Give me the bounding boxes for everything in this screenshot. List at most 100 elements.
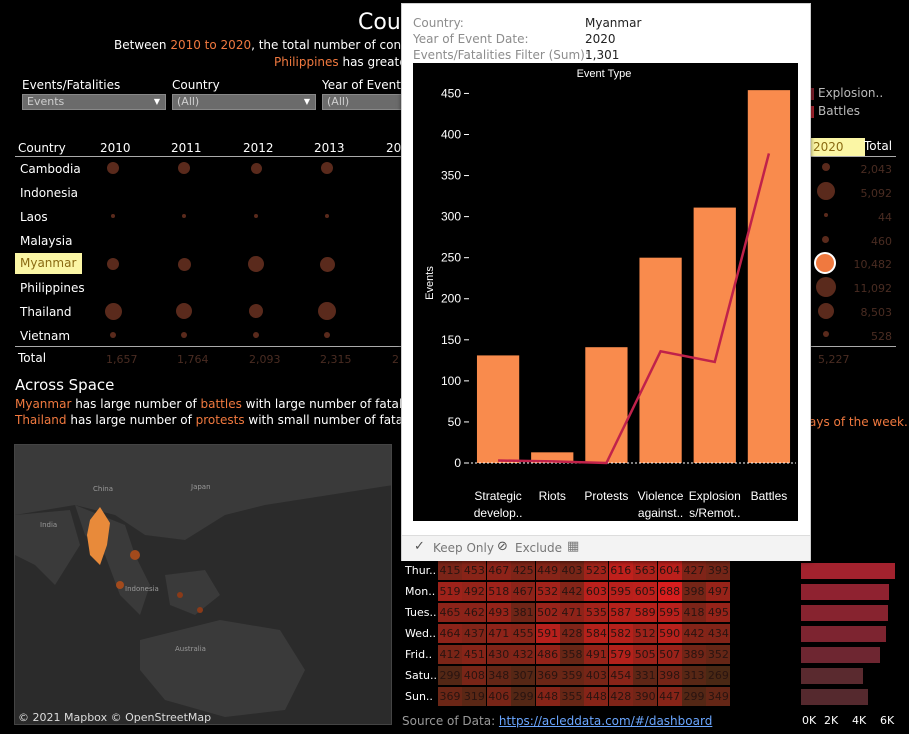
heatmap-cell[interactable]: 393 — [706, 561, 731, 580]
heatmap-cell[interactable]: 497 — [706, 582, 731, 601]
heatmap-cell[interactable]: 369 — [438, 687, 462, 706]
exclude-button[interactable]: Exclude — [515, 541, 562, 555]
heatmap-cell[interactable]: 428 — [560, 624, 584, 643]
heatmap-cell[interactable]: 390 — [633, 687, 658, 706]
source-link[interactable]: https://acleddata.com/#/dashboard — [499, 714, 712, 728]
heatmap-cell[interactable]: 398 — [657, 666, 682, 685]
table-row-country[interactable]: Indonesia — [20, 186, 78, 200]
heatmap-cell[interactable]: 359 — [560, 666, 584, 685]
heatmap-cell[interactable]: 535 — [584, 603, 609, 622]
bubble-mark[interactable] — [249, 304, 263, 318]
heatmap-cell[interactable]: 604 — [657, 561, 682, 580]
heatmap-cell[interactable]: 471 — [486, 624, 511, 643]
heatmap-cell[interactable]: 505 — [633, 645, 658, 664]
heatmap-cell[interactable]: 688 — [657, 582, 682, 601]
heatmap-cell[interactable]: 523 — [584, 561, 609, 580]
heatmap-cell[interactable]: 512 — [633, 624, 658, 643]
bubble-mark[interactable] — [254, 214, 258, 218]
heatmap-cell[interactable]: 486 — [535, 645, 560, 664]
heatmap-cell[interactable]: 590 — [657, 624, 682, 643]
heatmap-cell[interactable]: 408 — [462, 666, 487, 685]
bubble-mark[interactable] — [321, 162, 333, 174]
heatmap-cell[interactable]: 428 — [608, 687, 633, 706]
bubble-mark[interactable] — [176, 303, 192, 319]
heatmap-cell[interactable]: 425 — [511, 561, 536, 580]
heatmap-cell[interactable]: 307 — [511, 666, 536, 685]
heatmap-cell[interactable]: 403 — [584, 666, 609, 685]
heatmap-cell[interactable]: 465 — [438, 603, 462, 622]
chart-bar[interactable] — [476, 355, 520, 463]
table-row-country[interactable]: Philippines — [20, 281, 85, 295]
heatmap-cell[interactable]: 595 — [608, 582, 633, 601]
heatmap-cell[interactable]: 471 — [560, 603, 584, 622]
bubble-mark[interactable] — [110, 332, 116, 338]
bubble-mark[interactable] — [318, 302, 336, 320]
heatmap-cell[interactable]: 462 — [462, 603, 487, 622]
heatmap-cell[interactable]: 358 — [560, 645, 584, 664]
table-row-country[interactable]: Laos — [20, 210, 48, 224]
keep-only-button[interactable]: Keep Only — [433, 541, 494, 555]
heatmap-cell[interactable]: 299 — [682, 687, 706, 706]
table-row-country[interactable]: Vietnam — [20, 329, 70, 343]
weekday-bar[interactable] — [801, 668, 863, 684]
heatmap-cell[interactable]: 579 — [608, 645, 633, 664]
view-data-icon[interactable]: ▦ — [567, 539, 579, 554]
bubble-mark[interactable] — [104, 302, 122, 320]
heatmap-cell[interactable]: 467 — [511, 582, 536, 601]
bubble-mark[interactable] — [182, 214, 186, 218]
bubble-mark[interactable] — [178, 162, 190, 174]
bubble-mark[interactable] — [181, 332, 187, 338]
bubble-mark[interactable] — [822, 163, 830, 171]
heatmap-cell[interactable]: 493 — [486, 603, 511, 622]
bubble-mark[interactable] — [253, 332, 259, 338]
heatmap-cell[interactable]: 437 — [462, 624, 487, 643]
heatmap-cell[interactable]: 603 — [584, 582, 609, 601]
heatmap-cell[interactable]: 331 — [633, 666, 658, 685]
heatmap-cell[interactable]: 616 — [608, 561, 633, 580]
bubble-mark[interactable] — [111, 214, 115, 218]
heatmap-cell[interactable]: 532 — [535, 582, 560, 601]
map-view[interactable]: China Japan India Indonesia Australia © … — [14, 444, 392, 725]
chart-bar[interactable] — [639, 257, 682, 463]
weekday-bar[interactable] — [801, 605, 889, 621]
bubble-mark[interactable] — [250, 162, 262, 174]
bubble-mark[interactable] — [325, 214, 329, 218]
heatmap-cell[interactable]: 442 — [560, 582, 584, 601]
bubble-mark[interactable] — [107, 162, 119, 174]
heatmap-cell[interactable]: 507 — [657, 645, 682, 664]
heatmap-cell[interactable]: 434 — [706, 624, 731, 643]
table-row-country[interactable]: Thailand — [20, 305, 72, 319]
heatmap-cell[interactable]: 448 — [535, 687, 560, 706]
table-header-year-selected[interactable]: 2020 — [809, 138, 865, 156]
weekday-bar[interactable] — [801, 647, 880, 663]
heatmap-cell[interactable]: 453 — [462, 561, 487, 580]
heatmap-cell[interactable]: 451 — [462, 645, 487, 664]
heatmap-cell[interactable]: 269 — [706, 666, 731, 685]
heatmap-cell[interactable]: 464 — [438, 624, 462, 643]
heatmap-cell[interactable]: 412 — [438, 645, 462, 664]
heatmap-cell[interactable]: 319 — [462, 687, 487, 706]
heatmap-cell[interactable]: 313 — [682, 666, 706, 685]
heatmap-cell[interactable]: 519 — [438, 582, 462, 601]
chart-bar[interactable] — [747, 90, 791, 463]
events-filter-select[interactable]: Events ▼ — [22, 94, 166, 110]
heatmap-cell[interactable]: 595 — [657, 603, 682, 622]
bubble-mark[interactable] — [823, 331, 829, 337]
heatmap-cell[interactable]: 587 — [608, 603, 633, 622]
heatmap-cell[interactable]: 448 — [584, 687, 609, 706]
heatmap-cell[interactable]: 491 — [584, 645, 609, 664]
bubble-mark[interactable] — [822, 236, 829, 243]
bubble-mark[interactable] — [177, 257, 191, 271]
heatmap-cell[interactable]: 591 — [535, 624, 560, 643]
heatmap-cell[interactable]: 415 — [438, 561, 462, 580]
bubble-mark-selected[interactable] — [814, 252, 836, 274]
heatmap-cell[interactable]: 355 — [560, 687, 584, 706]
heatmap-cell[interactable]: 605 — [633, 582, 658, 601]
year-filter-select[interactable]: (All) — [322, 94, 402, 110]
bubble-mark[interactable] — [818, 303, 834, 319]
heatmap-cell[interactable]: 584 — [584, 624, 609, 643]
heatmap-cell[interactable]: 502 — [535, 603, 560, 622]
heatmap-cell[interactable]: 442 — [682, 624, 706, 643]
heatmap-cell[interactable]: 454 — [608, 666, 633, 685]
heatmap-cell[interactable]: 299 — [438, 666, 462, 685]
